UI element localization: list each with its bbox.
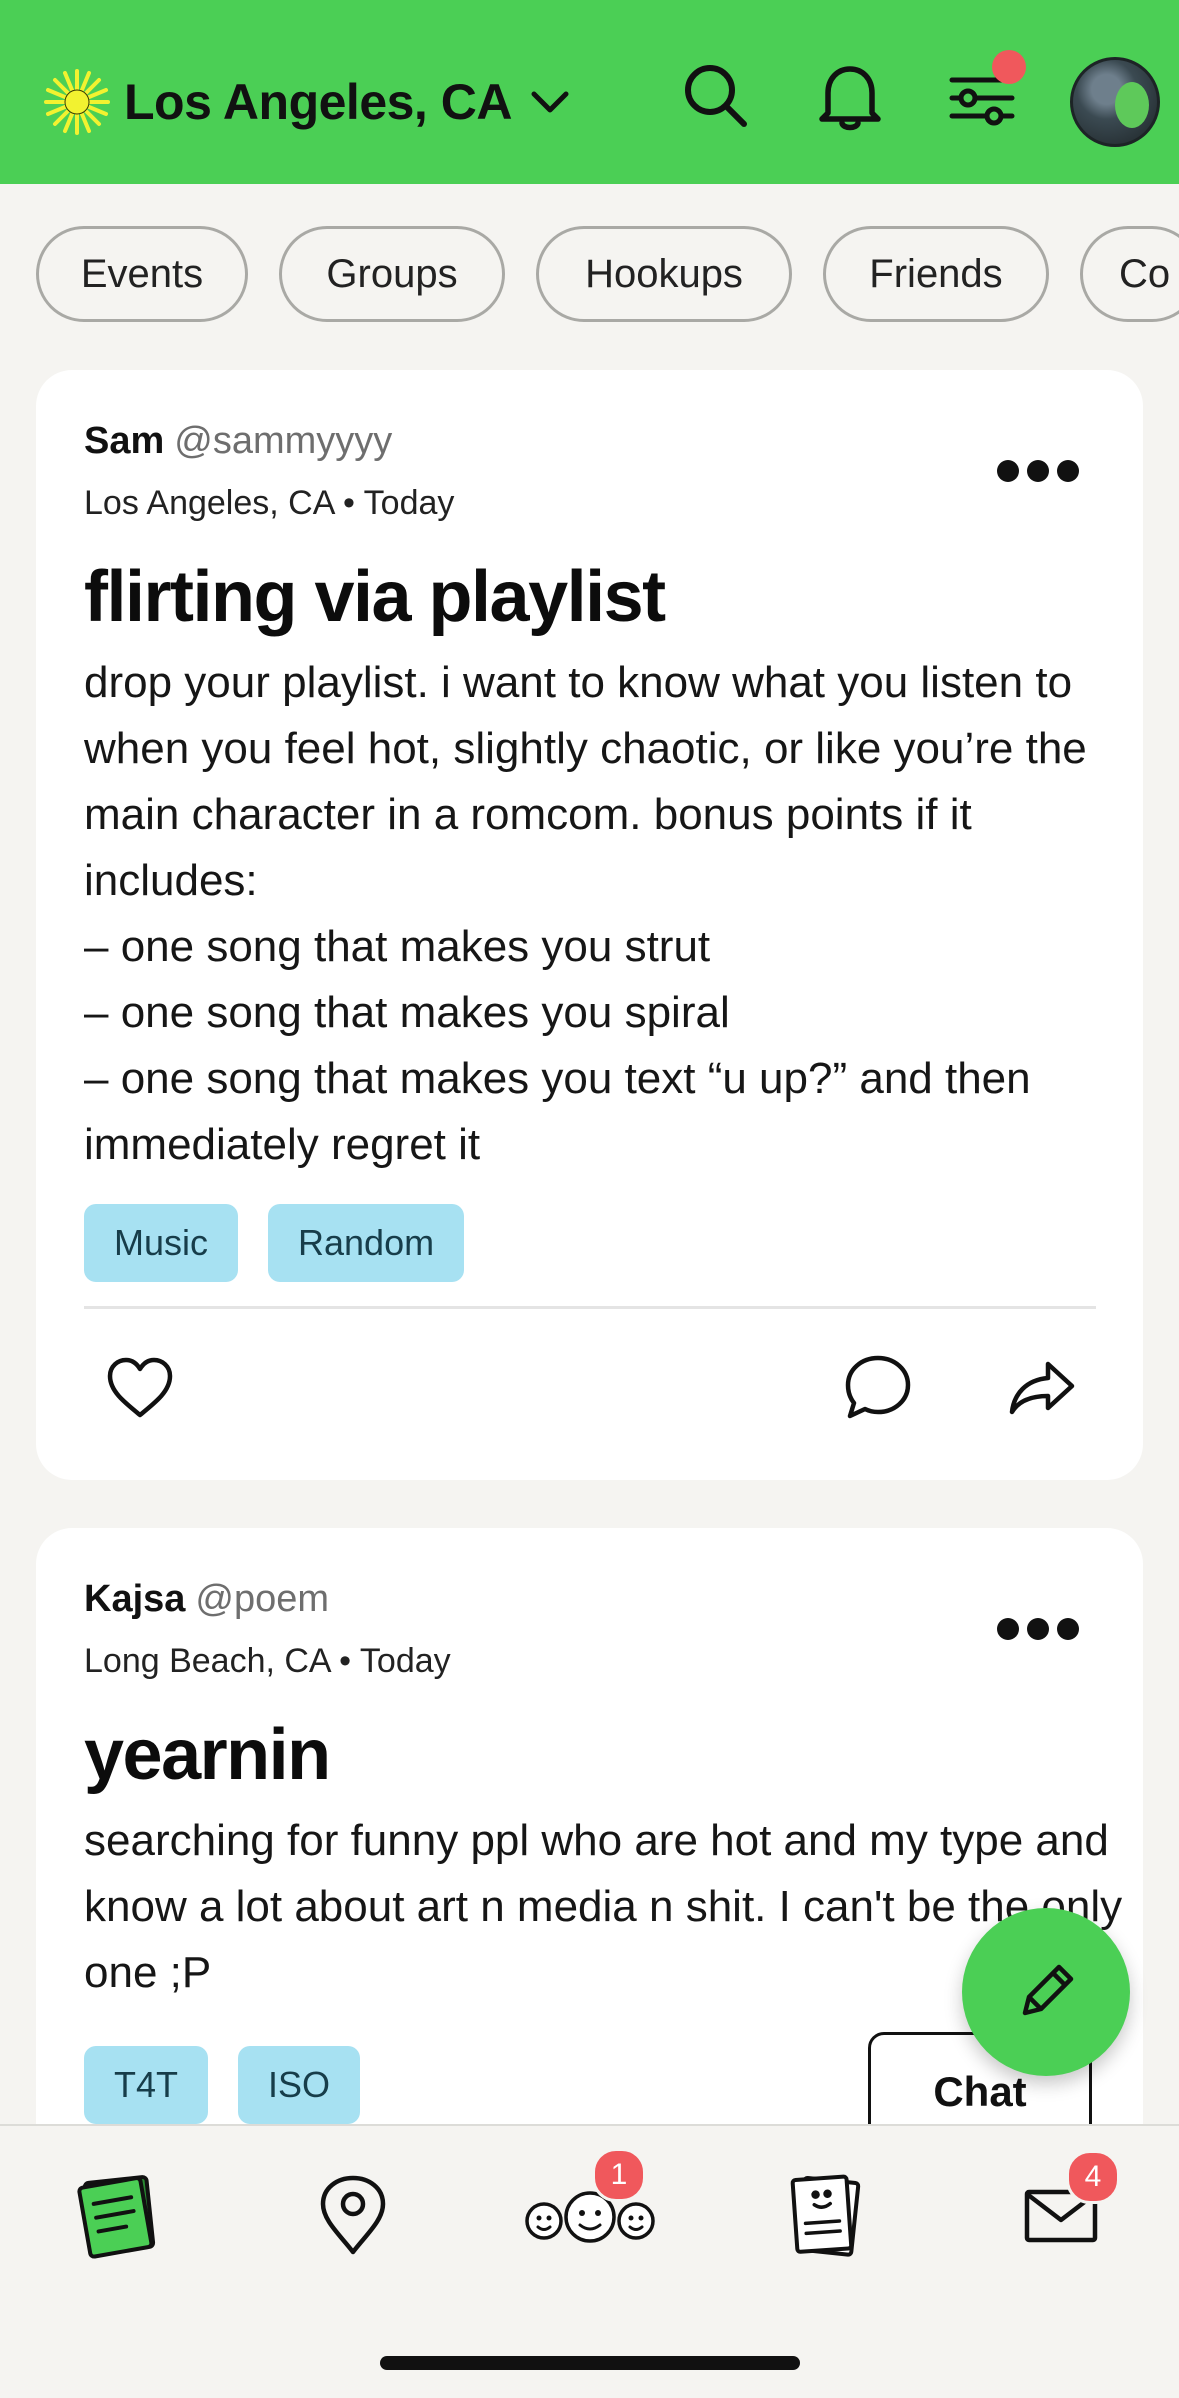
like-button[interactable] [100, 1348, 180, 1428]
post-author: Sam @sammyyyy [84, 420, 392, 463]
compose-button[interactable] [962, 1908, 1130, 2076]
post-title: flirting via playlist [84, 557, 666, 637]
home-indicator [380, 2356, 800, 2370]
post-tags: T4T ISO [84, 2046, 390, 2124]
author-handle[interactable]: @poem [195, 1578, 329, 1620]
tab-people[interactable]: 1 [520, 2148, 660, 2270]
post-card[interactable]: Sam @sammyyyy Los Angeles, CA • Today fli… [36, 370, 1143, 1480]
tag-t4t[interactable]: T4T [84, 2046, 209, 2124]
sun-icon [44, 69, 110, 135]
feed-icon [77, 2175, 156, 2259]
heart-icon [107, 1357, 173, 1418]
location-label: Los Angeles, CA [124, 74, 512, 130]
share-arrow-icon [1009, 1361, 1075, 1415]
chip-friends[interactable]: Friends [823, 226, 1049, 322]
map-pin-icon [320, 2175, 386, 2255]
mail-badge: 4 [1066, 2150, 1120, 2204]
author-handle[interactable]: @sammyyyy [174, 420, 392, 462]
people-badge: 1 [592, 2148, 646, 2202]
tag-music[interactable]: Music [84, 1204, 239, 1282]
comment-button[interactable] [838, 1348, 918, 1428]
tag-random[interactable]: Random [268, 1204, 465, 1282]
chip-events[interactable]: Events [36, 226, 248, 322]
post-meta: Los Angeles, CA • Today [84, 484, 455, 522]
post-meta: Long Beach, CA • Today [84, 1642, 451, 1680]
chip-hookups[interactable]: Hookups [536, 226, 792, 322]
chip-groups[interactable]: Groups [279, 226, 505, 322]
filter-notification-dot [992, 50, 1026, 84]
post-tags: Music Random [84, 1204, 494, 1282]
comment-bubble-icon [845, 1355, 911, 1419]
post-body: drop your playlist. i want to know what … [84, 658, 1087, 1169]
profiles-icon [790, 2174, 861, 2257]
pencil-icon [1022, 1964, 1074, 2016]
bell-icon [819, 66, 881, 131]
tab-map[interactable] [298, 2160, 408, 2270]
chip-co[interactable]: Co [1080, 226, 1179, 322]
avatar[interactable] [1070, 57, 1160, 147]
share-button[interactable] [1002, 1348, 1082, 1428]
author-name[interactable]: Sam [84, 420, 164, 462]
more-options-button[interactable] [997, 1618, 1079, 1646]
post-author: Kajsa @poem [84, 1578, 329, 1621]
filters-button[interactable] [942, 50, 1026, 136]
tag-iso[interactable]: ISO [238, 2046, 361, 2124]
more-options-button[interactable] [997, 460, 1079, 488]
author-name[interactable]: Kajsa [84, 1578, 185, 1620]
post-title: yearnin [84, 1715, 331, 1795]
filter-chip-row: Events Groups Hookups Friends Co [36, 226, 1179, 328]
divider [84, 1306, 1096, 1309]
tab-messages[interactable]: 4 [1006, 2150, 1120, 2270]
tab-profiles[interactable] [770, 2160, 880, 2270]
location-selector[interactable]: Los Angeles, CA [44, 66, 574, 138]
chevron-down-icon [531, 91, 569, 113]
search-icon [685, 65, 747, 127]
tab-feed[interactable] [62, 2160, 172, 2270]
notifications-button[interactable] [810, 56, 890, 136]
top-bar: Los Angeles, CA [0, 0, 1179, 184]
search-button[interactable] [676, 56, 756, 136]
